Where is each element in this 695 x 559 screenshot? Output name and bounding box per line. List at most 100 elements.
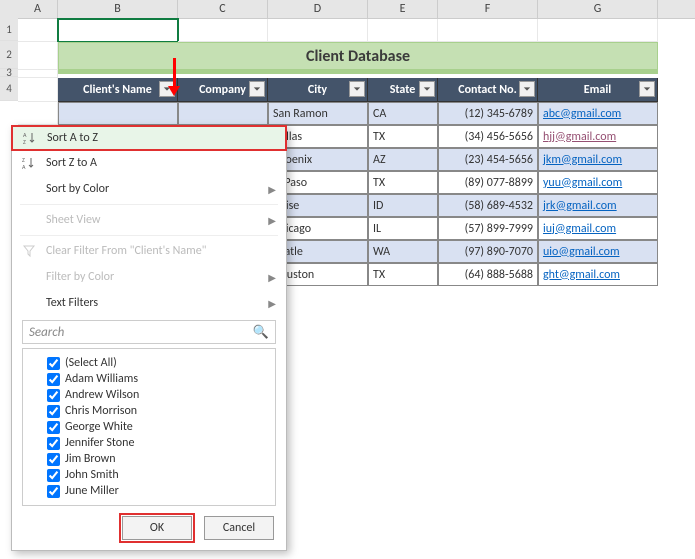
col-header-D[interactable]: D <box>268 0 368 18</box>
row-num-3[interactable]: 3 <box>0 69 18 77</box>
filter-checkbox[interactable] <box>47 389 60 402</box>
filter-checkbox[interactable] <box>47 405 60 418</box>
cell-A1[interactable] <box>18 19 58 42</box>
filter-button-contact[interactable] <box>519 81 535 97</box>
cancel-button[interactable]: Cancel <box>204 516 274 540</box>
email-link[interactable]: hjj@gmail.com <box>543 130 616 144</box>
email-link[interactable]: abc@gmail.com <box>543 107 621 121</box>
cell-state[interactable]: AZ <box>368 148 438 171</box>
cell-contact[interactable]: (89) 077-8899 <box>438 171 538 194</box>
cell-name[interactable] <box>58 102 178 125</box>
cell-email[interactable]: uio@gmail.com <box>538 240 658 263</box>
filter-checkbox[interactable] <box>47 437 60 450</box>
email-link[interactable]: uio@gmail.com <box>543 245 620 259</box>
cell-F1[interactable] <box>438 19 538 42</box>
row-num-1[interactable]: 1 <box>0 18 18 41</box>
ok-button[interactable]: OK <box>122 516 192 540</box>
row-num-2[interactable]: 2 <box>0 41 18 69</box>
filter-check-item[interactable]: Jim Brown <box>29 451 269 467</box>
filter-checkbox[interactable] <box>47 485 60 498</box>
column-header-company[interactable]: Company <box>178 78 268 102</box>
cell-contact[interactable]: (57) 899-7999 <box>438 217 538 240</box>
cell-contact[interactable]: (34) 456-5656 <box>438 125 538 148</box>
row-num-4[interactable]: 4 <box>0 77 18 101</box>
cell-contact[interactable]: (58) 689-4532 <box>438 194 538 217</box>
menu-text-filters[interactable]: Text Filters ▶ <box>12 290 286 316</box>
cell-state[interactable]: TX <box>368 171 438 194</box>
col-header-C[interactable]: C <box>178 0 268 18</box>
filter-checkbox[interactable] <box>47 453 60 466</box>
chevron-right-icon: ▶ <box>268 214 276 227</box>
cell-state[interactable]: CA <box>368 102 438 125</box>
filter-checkbox[interactable] <box>47 469 60 482</box>
cell-contact[interactable]: (97) 890-7070 <box>438 240 538 263</box>
cell-contact[interactable]: (12) 345-6789 <box>438 102 538 125</box>
cell-email[interactable]: jrk@gmail.com <box>538 194 658 217</box>
cell-company[interactable] <box>178 102 268 125</box>
column-header-contact[interactable]: Contact No. <box>438 78 538 102</box>
cell-C1[interactable] <box>178 19 268 42</box>
filter-button-state[interactable] <box>419 81 435 97</box>
filter-check-item[interactable]: John Smith <box>29 467 269 483</box>
filter-checkbox[interactable] <box>47 421 60 434</box>
email-link[interactable]: ght@gmail.com <box>543 268 620 282</box>
filter-value-list[interactable]: (Select All)Adam WilliamsAndrew WilsonCh… <box>22 348 276 506</box>
filter-check-item[interactable]: Adam Williams <box>29 371 269 387</box>
menu-sort-za[interactable]: ZA Sort Z to A <box>12 150 286 176</box>
filter-checkbox[interactable] <box>47 357 60 370</box>
col-header-F[interactable]: F <box>438 0 538 18</box>
filter-check-item[interactable]: Jennifer Stone <box>29 435 269 451</box>
filter-checkbox[interactable] <box>47 373 60 386</box>
filter-check-item[interactable]: Andrew Wilson <box>29 387 269 403</box>
cell-email[interactable]: hjj@gmail.com <box>538 125 658 148</box>
cell-A2[interactable] <box>18 42 58 70</box>
cell-email[interactable]: ght@gmail.com <box>538 263 658 286</box>
filter-check-item[interactable]: June Miller <box>29 483 269 499</box>
filter-button-email[interactable] <box>639 81 655 97</box>
filter-check-item[interactable]: George White <box>29 419 269 435</box>
col-header-E[interactable]: E <box>368 0 438 18</box>
cell-state[interactable]: WA <box>368 240 438 263</box>
menu-sort-az[interactable]: AZ Sort A to Z <box>11 125 287 151</box>
col-header-A[interactable]: A <box>18 0 58 18</box>
cell-state[interactable]: IL <box>368 217 438 240</box>
cell-A4[interactable] <box>18 78 58 102</box>
cell-B1[interactable] <box>58 19 178 42</box>
cell-state[interactable]: TX <box>368 125 438 148</box>
filter-check-item[interactable]: (Select All) <box>29 355 269 371</box>
cell-A3[interactable] <box>18 70 58 78</box>
column-header-email[interactable]: Email <box>538 78 658 102</box>
cell-G1[interactable] <box>538 19 658 42</box>
filter-button-company[interactable] <box>249 81 265 97</box>
column-header-name[interactable]: Client's Name <box>58 78 178 102</box>
column-header-state[interactable]: State <box>368 78 438 102</box>
filter-check-item[interactable]: Chris Morrison <box>29 403 269 419</box>
email-link[interactable]: jkm@gmail.com <box>543 153 622 167</box>
cell-state[interactable]: ID <box>368 194 438 217</box>
cell-E1[interactable] <box>368 19 438 42</box>
menu-sort-color[interactable]: Sort by Color ▶ <box>12 176 286 202</box>
cell-D1[interactable] <box>268 19 368 42</box>
cell-email[interactable]: jkm@gmail.com <box>538 148 658 171</box>
email-link[interactable]: yuu@gmail.com <box>543 176 622 190</box>
filter-button-city[interactable] <box>349 81 365 97</box>
cell-contact[interactable]: (23) 454-5656 <box>438 148 538 171</box>
title-cell[interactable]: Client Database <box>58 42 658 70</box>
cell-gutter[interactable] <box>18 102 58 125</box>
cell-contact[interactable]: (64) 888-5688 <box>438 263 538 286</box>
filter-search-input[interactable]: Search 🔍 <box>22 320 276 344</box>
cell-email[interactable]: abc@gmail.com <box>538 102 658 125</box>
corner-cell[interactable] <box>0 0 18 18</box>
col-header-B[interactable]: B <box>58 0 178 18</box>
col-header-G[interactable]: G <box>538 0 658 18</box>
cell-state[interactable]: TX <box>368 263 438 286</box>
column-header-city[interactable]: City <box>268 78 368 102</box>
cell-email[interactable]: yuu@gmail.com <box>538 171 658 194</box>
row-2: Client Database <box>18 42 695 70</box>
search-icon: 🔍 <box>253 325 269 340</box>
email-link[interactable]: jrk@gmail.com <box>543 199 617 213</box>
cell-city[interactable]: San Ramon <box>268 102 368 125</box>
email-link[interactable]: iuj@gmail.com <box>543 222 616 236</box>
menu-text-filters-label: Text Filters <box>46 296 98 310</box>
cell-email[interactable]: iuj@gmail.com <box>538 217 658 240</box>
